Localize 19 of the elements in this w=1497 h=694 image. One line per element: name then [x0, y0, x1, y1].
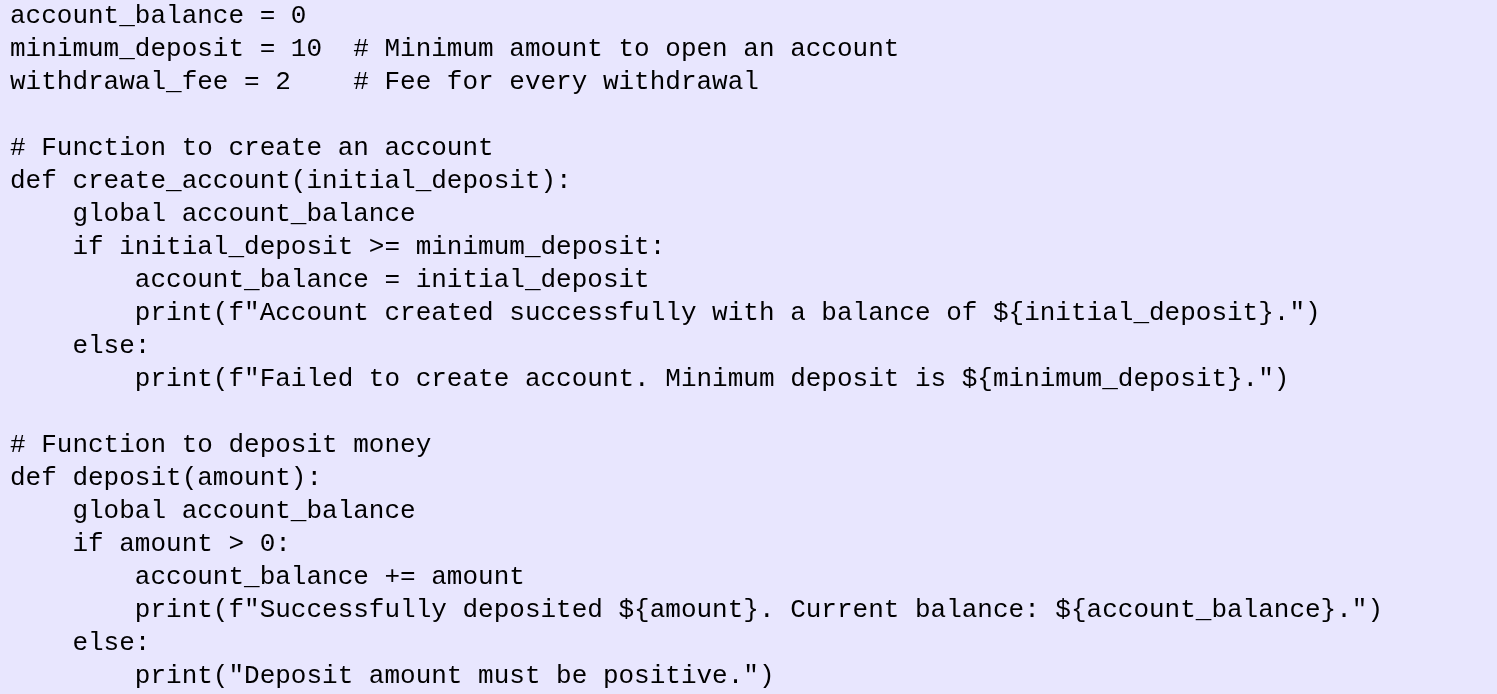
code-line: else: — [71, 627, 151, 660]
code-line: print(f"Account created successfully with a balance of ${initial_deposit}.") — [133, 297, 1321, 330]
code-line: print("Deposit amount must be positive.") — [133, 660, 775, 693]
code-line: print(f"Successfully deposited ${amount}. Current balance: ${account_balance}.") — [133, 594, 1384, 627]
code-line: account_balance = 0 — [10, 0, 307, 33]
code-line: print(f"Failed to create account. Minimum deposit is ${minimum_deposit}.") — [133, 363, 1290, 396]
code-line: global account_balance — [71, 495, 416, 528]
code-line: def create_account(initial_deposit): — [10, 165, 572, 198]
code-line: minimum_deposit = 10 # Minimum amount to open an account — [10, 33, 900, 66]
code-line: def deposit(amount): — [10, 462, 323, 495]
code-line: account_balance = initial_deposit — [133, 264, 650, 297]
code-line: if amount > 0: — [71, 528, 291, 561]
code-line: withdrawal_fee = 2 # Fee for every withdrawal — [10, 66, 759, 99]
code-line: # Function to create an account — [10, 132, 494, 165]
code-line: global account_balance — [71, 198, 416, 231]
code-line: # Function to deposit money — [10, 429, 432, 462]
code-line: account_balance += amount — [133, 561, 525, 594]
code-line: else: — [71, 330, 151, 363]
code-line: if initial_deposit >= minimum_deposit: — [71, 231, 666, 264]
